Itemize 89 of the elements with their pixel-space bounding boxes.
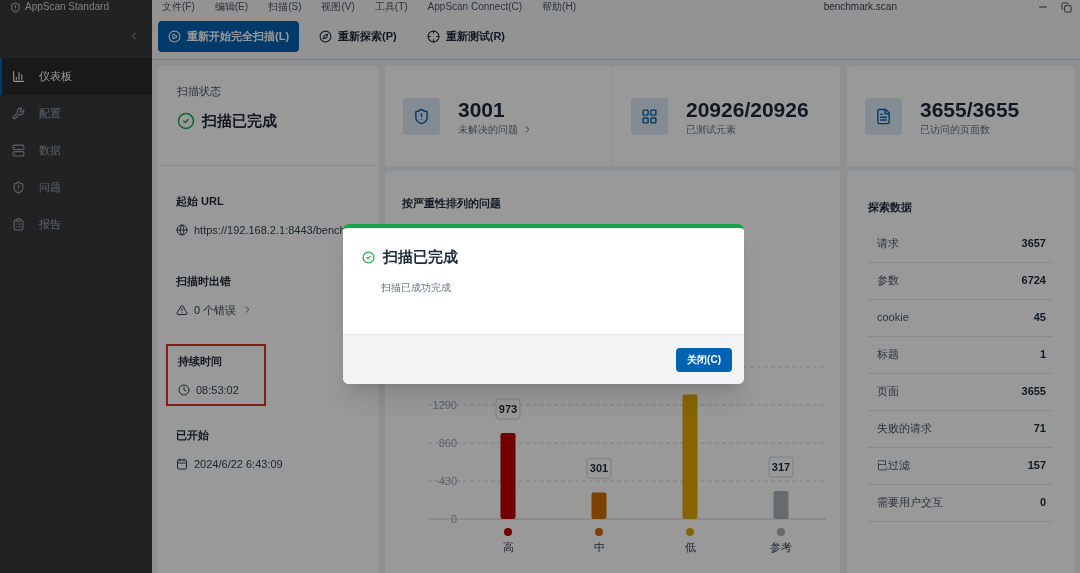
sidebar-item[interactable]: 报告 [0, 206, 152, 243]
globe-icon [176, 223, 188, 236]
menu-item[interactable]: 扫描(S) [268, 1, 302, 13]
stat-value: 3655/3655 [920, 98, 1020, 122]
field-label: 扫描时出错 [176, 274, 232, 289]
toolbar-button[interactable]: 重新测试(R) [416, 21, 515, 52]
warning-icon [176, 303, 188, 316]
toolbar-button[interactable]: 重新探索(P) [309, 21, 407, 52]
menu-item[interactable]: 文件(F) [162, 1, 195, 13]
row-label: 参数 [877, 273, 899, 289]
row-value: 45 [1033, 310, 1046, 326]
legend-dot [777, 527, 785, 536]
row-value: 3657 [1021, 236, 1046, 252]
value-label: 973 [495, 398, 521, 419]
sidebar-item[interactable]: 数据 [0, 132, 152, 169]
row-label: 页面 [877, 384, 899, 400]
clock-icon [178, 383, 190, 396]
toolbar-button[interactable]: 重新开始完全扫描(L) [158, 21, 300, 52]
row-label: 需要用户交互 [877, 495, 943, 511]
field-label: 已开始 [176, 428, 210, 443]
row-value: 157 [1027, 458, 1046, 474]
calendar-icon [176, 457, 188, 470]
dialog-title: 扫描已完成 [383, 247, 458, 267]
compass-icon [319, 30, 333, 43]
value-label: 317 [768, 456, 794, 477]
field-label: 持续时间 [178, 354, 223, 369]
row-label: 标题 [877, 347, 899, 363]
row-label: 失败的请求 [877, 421, 932, 437]
bar-chart-icon [12, 70, 25, 83]
close-button[interactable]: 关闭(C) [676, 347, 732, 372]
row-value: 0 [1039, 495, 1046, 511]
server-icon [12, 144, 25, 157]
row-label: cookie [877, 310, 909, 326]
play-icon [168, 30, 181, 43]
field-value: 2024/6/22 6:43:09 [194, 456, 283, 472]
value-label: 301 [586, 457, 612, 479]
legend-dot [595, 527, 603, 536]
row-value: 3655 [1021, 384, 1046, 400]
crosshair-icon [426, 30, 440, 43]
shield-icon [413, 108, 430, 125]
app-title: AppScan Standard [25, 1, 109, 13]
row-label: 已过滤 [877, 458, 910, 474]
category-label: 低 [684, 540, 696, 553]
stat-label: 已访问的页面数 [920, 123, 990, 137]
dialog-message: 扫描已成功完成 [381, 280, 452, 295]
chart-title: 按严重性排列的问题 [402, 196, 502, 211]
section-title: 探索数据 [868, 200, 913, 215]
axis-label: 1290 [432, 398, 457, 411]
legend-dot [504, 527, 512, 536]
stat-label[interactable]: 未解决的问题 [458, 122, 518, 137]
bar [591, 491, 607, 519]
menu-item[interactable]: 工具(T) [374, 1, 408, 13]
sidebar-item[interactable]: 配置 [0, 95, 152, 132]
row-value: 1 [1039, 347, 1046, 363]
stat-label: 已测试元素 [686, 123, 736, 137]
status-value: 扫描已完成 [202, 110, 277, 131]
sidebar-item[interactable]: 仪表板 [0, 58, 152, 95]
category-label: 参考 [770, 540, 792, 553]
check-icon [177, 111, 195, 130]
field-value[interactable]: 0 个错误 [194, 301, 237, 318]
document-icon [875, 108, 892, 125]
row-value: 71 [1033, 421, 1046, 437]
wrench-icon [12, 107, 25, 120]
field-value: 08:53:02 [196, 382, 239, 398]
menu-item[interactable]: 编辑(E) [214, 1, 249, 13]
stat-value: 3001 [458, 98, 506, 122]
axis-label: 430 [438, 474, 457, 487]
field-label: 起始 URL [176, 194, 225, 209]
restore-icon[interactable] [1061, 1, 1072, 13]
check-icon [362, 250, 375, 264]
menu-item[interactable]: 帮助(H) [542, 1, 576, 13]
category-label: 中 [593, 540, 605, 553]
status-label: 扫描状态 [177, 84, 222, 99]
sidebar-item[interactable]: 问题 [0, 169, 152, 206]
menu-item[interactable]: AppScan Connect(C) [427, 1, 523, 13]
bar [773, 490, 789, 519]
menu-item[interactable]: 视图(V) [321, 1, 355, 13]
logo-icon [10, 1, 21, 13]
category-label: 高 [502, 540, 514, 553]
stat-value: 20926/20926 [686, 98, 809, 122]
shield-icon [12, 181, 25, 194]
row-label: 请求 [877, 236, 899, 252]
clipboard-icon [12, 218, 25, 231]
window-title: benchmark.scan [823, 1, 897, 13]
row-value: 6724 [1021, 273, 1046, 289]
field-value: https://192.168.2.1:8443/bench [194, 222, 346, 238]
legend-dot [686, 527, 694, 536]
grid-icon [641, 108, 658, 125]
axis-label: 860 [438, 436, 457, 449]
